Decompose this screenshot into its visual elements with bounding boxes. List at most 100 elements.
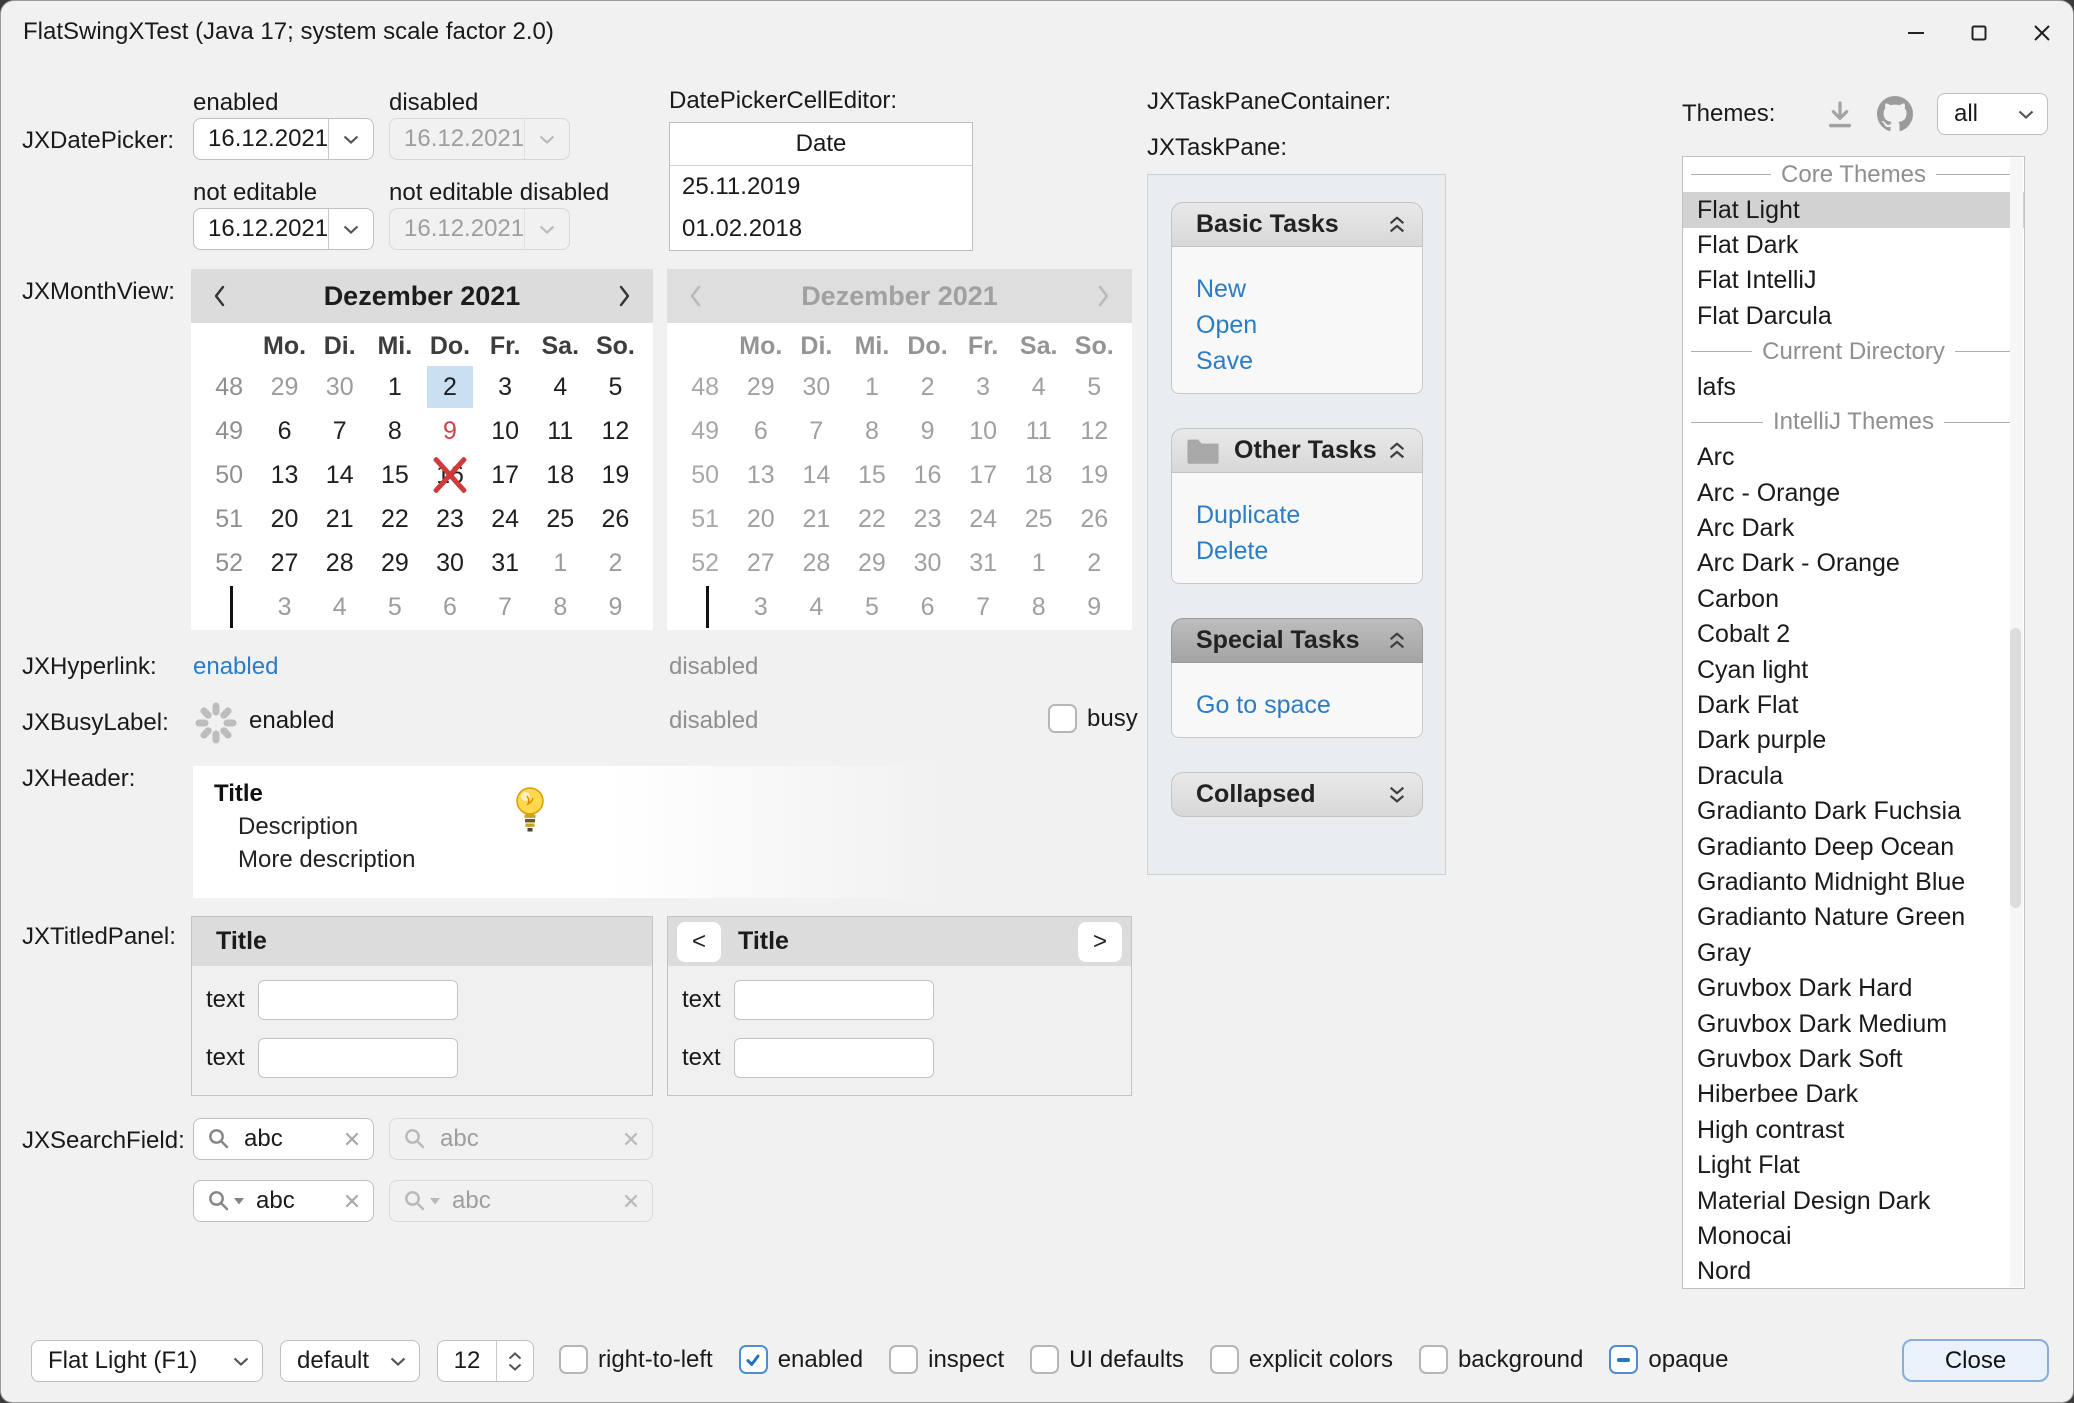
calendar-day-cell[interactable]: 6 bbox=[257, 417, 312, 446]
calendar-day-cell[interactable]: 7 bbox=[478, 593, 533, 622]
calendar-day-cell[interactable]: 4 bbox=[533, 373, 588, 402]
calendar-day-cell[interactable]: 22 bbox=[367, 505, 422, 534]
taskpane-link[interactable]: Delete bbox=[1196, 533, 1422, 569]
github-icon[interactable] bbox=[1877, 96, 1913, 137]
taskpane-header[interactable]: Collapsed bbox=[1171, 772, 1423, 817]
taskpane-header[interactable]: Basic Tasks bbox=[1171, 202, 1423, 247]
theme-item[interactable]: Arc bbox=[1683, 440, 2024, 475]
datepicker-not-editable[interactable]: 16.12.2021 bbox=[193, 208, 374, 250]
calendar-day-cell[interactable]: 3 bbox=[257, 593, 312, 622]
calendar-day-cell[interactable]: 1 bbox=[533, 549, 588, 578]
theme-item[interactable]: Arc - Orange bbox=[1683, 476, 2024, 511]
theme-item[interactable]: Cobalt 2 bbox=[1683, 617, 2024, 652]
close-window-button[interactable] bbox=[2010, 1, 2073, 65]
theme-item[interactable]: Gradianto Dark Fuchsia bbox=[1683, 794, 2024, 829]
monthview-enabled[interactable]: Dezember 2021Mo.Di.Mi.Do.Fr.Sa.So.482930… bbox=[191, 269, 653, 630]
calendar-day-cell[interactable]: 18 bbox=[533, 461, 588, 490]
taskpane-link[interactable]: Duplicate bbox=[1196, 497, 1422, 533]
theme-item[interactable]: Carbon bbox=[1683, 582, 2024, 617]
calendar-day-cell[interactable]: 14 bbox=[312, 461, 367, 490]
calendar-day-cell[interactable]: 13 bbox=[257, 461, 312, 490]
taskpane-link[interactable]: Go to space bbox=[1196, 687, 1422, 723]
calendar-day-cell[interactable]: 8 bbox=[533, 593, 588, 622]
table-row[interactable]: 25.11.2019 bbox=[670, 166, 972, 208]
taskpane-chevron[interactable] bbox=[1386, 215, 1408, 235]
calendar-day-cell[interactable]: 30 bbox=[422, 549, 477, 578]
taskpane-link[interactable]: New bbox=[1196, 271, 1422, 307]
calendar-day-cell[interactable]: 5 bbox=[367, 593, 422, 622]
calendar-day-cell[interactable]: 8 bbox=[367, 417, 422, 446]
background-checkbox[interactable] bbox=[1419, 1345, 1448, 1374]
taskpane-link[interactable]: Open bbox=[1196, 307, 1422, 343]
font-size-spinner[interactable]: 12 bbox=[437, 1340, 534, 1382]
theme-item[interactable]: lafs bbox=[1683, 369, 2024, 404]
theme-item[interactable]: Gruvbox Dark Medium bbox=[1683, 1006, 2024, 1041]
laf-combo[interactable]: Flat Light (F1) bbox=[31, 1340, 263, 1382]
calendar-day-cell[interactable]: 26 bbox=[588, 505, 643, 534]
calendar-day-cell[interactable]: 3 bbox=[478, 373, 533, 402]
taskpane-header[interactable]: Other Tasks bbox=[1171, 428, 1423, 473]
theme-item[interactable]: Flat Dark bbox=[1683, 228, 2024, 263]
text-field[interactable] bbox=[258, 1038, 458, 1078]
calendar-day-cell[interactable]: 1 bbox=[367, 373, 422, 402]
theme-item[interactable]: Flat Light bbox=[1683, 192, 2024, 227]
calendar-day-cell[interactable]: 15 bbox=[367, 461, 422, 490]
calendar-day-cell[interactable]: 4 bbox=[312, 593, 367, 622]
calendar-day-cell[interactable]: 9 bbox=[422, 417, 477, 446]
calendar-day-cell[interactable]: 11 bbox=[533, 417, 588, 446]
theme-item[interactable]: Gradianto Midnight Blue bbox=[1683, 865, 2024, 900]
taskpane-chevron[interactable] bbox=[1386, 441, 1408, 461]
calendar-day-cell[interactable]: 30 bbox=[312, 373, 367, 402]
calendar-day-cell[interactable]: 5 bbox=[588, 373, 643, 402]
minimize-button[interactable] bbox=[1884, 1, 1947, 65]
font-combo[interactable]: default bbox=[280, 1340, 420, 1382]
calendar-day-cell[interactable]: 2 bbox=[422, 366, 477, 408]
theme-item[interactable]: Gruvbox Dark Hard bbox=[1683, 971, 2024, 1006]
explicit-colors-checkbox[interactable] bbox=[1210, 1345, 1239, 1374]
search-input[interactable]: abc bbox=[244, 1187, 343, 1215]
themes-filter-combo[interactable]: all bbox=[1937, 93, 2048, 135]
calendar-day-cell[interactable]: 29 bbox=[257, 373, 312, 402]
search-field-with-menu[interactable]: abc bbox=[193, 1180, 374, 1222]
theme-item[interactable]: Arc Dark bbox=[1683, 511, 2024, 546]
download-icon[interactable] bbox=[1824, 99, 1856, 136]
spinner-buttons[interactable] bbox=[496, 1341, 533, 1381]
calendar-day-cell[interactable]: 6 bbox=[422, 593, 477, 622]
theme-item[interactable]: Monocai bbox=[1683, 1219, 2024, 1254]
theme-item[interactable]: Hiberbee Dark bbox=[1683, 1077, 2024, 1112]
inspect-checkbox[interactable] bbox=[889, 1345, 918, 1374]
datepicker-enabled[interactable]: 16.12.2021 bbox=[193, 118, 374, 160]
calendar-day-cell[interactable]: 28 bbox=[312, 549, 367, 578]
calendar-day-cell[interactable]: 24 bbox=[478, 505, 533, 534]
busy-checkbox[interactable] bbox=[1048, 704, 1077, 733]
theme-item[interactable]: Dark purple bbox=[1683, 723, 2024, 758]
opaque-checkbox[interactable] bbox=[1609, 1345, 1638, 1374]
theme-item[interactable]: Gruvbox Dark Soft bbox=[1683, 1042, 2024, 1077]
taskpane-link[interactable]: Save bbox=[1196, 343, 1422, 379]
theme-item[interactable]: Dracula bbox=[1683, 759, 2024, 794]
themes-list[interactable]: Core ThemesFlat LightFlat DarkFlat Intel… bbox=[1682, 156, 2025, 1289]
theme-item[interactable]: High contrast bbox=[1683, 1113, 2024, 1148]
calendar-day-cell[interactable]: 19 bbox=[588, 461, 643, 490]
datepicker-dropdown-button[interactable] bbox=[328, 119, 373, 159]
search-input[interactable]: abc bbox=[232, 1125, 343, 1153]
calendar-day-cell[interactable]: 12 bbox=[588, 417, 643, 446]
theme-item[interactable]: Gradianto Deep Ocean bbox=[1683, 829, 2024, 864]
panel-next-button[interactable]: > bbox=[1078, 922, 1122, 962]
calendar-day-cell[interactable]: 16 bbox=[422, 461, 477, 490]
scrollbar-thumb[interactable] bbox=[2010, 628, 2021, 908]
search-icon[interactable] bbox=[206, 1126, 232, 1152]
datepicker-dropdown-button[interactable] bbox=[328, 209, 373, 249]
theme-item[interactable]: Gray bbox=[1683, 936, 2024, 971]
calendar-day-cell[interactable]: 27 bbox=[257, 549, 312, 578]
theme-item[interactable]: Cyan light bbox=[1683, 652, 2024, 687]
scrollbar-track[interactable] bbox=[2010, 158, 2023, 1287]
theme-item[interactable]: Gradianto Nature Green bbox=[1683, 900, 2024, 935]
search-menu-icon[interactable] bbox=[206, 1188, 244, 1214]
enabled-checkbox[interactable] bbox=[739, 1345, 768, 1374]
taskpane-chevron[interactable] bbox=[1386, 785, 1408, 805]
text-field[interactable] bbox=[258, 980, 458, 1020]
taskpane-header[interactable]: Special Tasks bbox=[1171, 618, 1423, 663]
calendar-day-cell[interactable]: 23 bbox=[422, 505, 477, 534]
right-to-left-checkbox[interactable] bbox=[559, 1345, 588, 1374]
